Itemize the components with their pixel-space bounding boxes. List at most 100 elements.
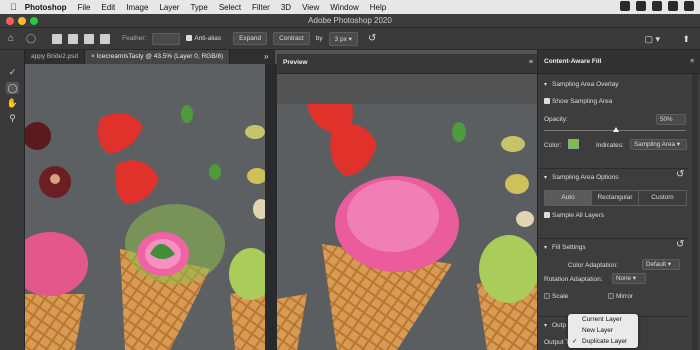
preview-header: Preview ≡ (277, 54, 537, 74)
menu-item-current-layer[interactable]: Current Layer (568, 315, 638, 325)
by-value-select[interactable]: 3 px ▾ (328, 31, 358, 46)
color-adaptation-select[interactable]: Default ▾ (642, 259, 680, 270)
tab-happy-bride[interactable]: appy Bride2.psd (25, 50, 85, 64)
expand-button[interactable]: Expand (233, 32, 268, 45)
overlay-color-swatch[interactable] (568, 139, 579, 149)
rotation-adaptation-value: None (616, 275, 632, 282)
tab-icecream[interactable]: × IcecreamIsTasty @ 43.5% (Layer 0, RGB/… (84, 50, 231, 64)
seg-custom[interactable]: Custom (639, 191, 686, 205)
shield-icon[interactable] (636, 1, 646, 11)
color-adaptation-label: Color Adaptation: (568, 262, 618, 269)
share-icon[interactable]: ⬆ (682, 34, 690, 45)
menu-file[interactable]: File (78, 3, 91, 12)
panel-header: Content-Aware Fill ≡ (538, 50, 700, 74)
menu-app[interactable]: Photoshop (25, 3, 67, 12)
new-selection-icon[interactable] (52, 33, 63, 44)
menu-layer[interactable]: Layer (159, 3, 179, 12)
menu-extra-icon[interactable] (684, 1, 694, 11)
menu-image[interactable]: Image (126, 3, 148, 12)
menu-help[interactable]: Help (370, 3, 386, 12)
section-title: Sampling Area Options (552, 174, 619, 181)
menu-item-new-layer[interactable]: New Layer (568, 326, 638, 336)
seg-auto[interactable]: Auto (545, 191, 592, 205)
section-fill-settings[interactable]: ▾ Fill Settings (538, 238, 688, 256)
indicates-select[interactable]: Sampling Area ▾ (630, 139, 687, 150)
by-label: by (315, 35, 323, 42)
content-aware-fill-panel: Content-Aware Fill ≡ ▾ Sampling Area Ove… (537, 50, 700, 350)
menu-select[interactable]: Select (219, 3, 241, 12)
reset-fill-icon[interactable]: ↺ (676, 239, 684, 250)
pane-divider[interactable] (265, 64, 277, 350)
menu-item-duplicate-layer[interactable]: ✓ Duplicate Layer (568, 337, 638, 347)
intersect-selection-icon[interactable] (100, 33, 111, 44)
menu-3d[interactable]: 3D (281, 3, 291, 12)
creative-cloud-icon[interactable] (620, 1, 630, 11)
menu-item-label: Duplicate Layer (582, 338, 628, 345)
add-selection-icon[interactable] (68, 33, 79, 44)
canvas-image (25, 64, 265, 350)
status-icons (620, 1, 694, 11)
home-icon[interactable]: ⌂ (8, 33, 14, 44)
indicates-label: Indicates: (596, 142, 624, 149)
rotation-adaptation-select[interactable]: None ▾ (612, 273, 646, 284)
opacity-slider-thumb[interactable] (613, 127, 619, 132)
tab-label: appy Bride2.psd (31, 53, 78, 60)
feather-input[interactable] (152, 32, 181, 45)
menu-view[interactable]: View (302, 3, 319, 12)
output-to-label: Output T (544, 339, 570, 346)
mac-menubar:  Photoshop File Edit Image Layer Type S… (0, 0, 700, 14)
color-adaptation-value: Default (646, 261, 666, 268)
opacity-value: 50% (660, 116, 673, 123)
contract-button[interactable]: Contract (273, 32, 310, 45)
tools-panel: ✓ ◯ ✋ ⚲ (0, 50, 25, 350)
mirror-label: Mirror (616, 293, 633, 300)
bluetooth-icon[interactable] (652, 1, 662, 11)
anti-alias-checkbox[interactable]: Anti-alias (186, 35, 221, 42)
show-sampling-label: Show Sampling Area (552, 98, 613, 105)
scale-checkbox[interactable]: Scale (544, 293, 568, 300)
section-sampling-options[interactable]: ▾ Sampling Area Options (538, 168, 688, 186)
lasso-tool-icon[interactable]: ◯ (26, 33, 36, 44)
sample-all-layers-checkbox[interactable]: Sample All Layers (544, 212, 604, 219)
brush-tool-icon[interactable]: ✓ (6, 66, 19, 78)
show-sampling-checkbox[interactable]: Show Sampling Area (544, 98, 612, 105)
options-bar: ⌂ ◯ Feather: Anti-alias Expand Contract … (0, 28, 700, 50)
anti-alias-label: Anti-alias (194, 35, 222, 42)
preview-canvas[interactable] (277, 104, 537, 350)
document-canvas[interactable] (25, 64, 265, 350)
subtract-selection-icon[interactable] (84, 33, 95, 44)
section-sampling-overlay[interactable]: ▾ Sampling Area Overlay (538, 76, 688, 94)
menu-window[interactable]: Window (330, 3, 358, 12)
opacity-label: Opacity: (544, 116, 568, 123)
tab-label: IcecreamIsTasty @ 43.5% (Layer 0, RGB/8) (96, 53, 224, 60)
menu-item-label: New Layer (582, 327, 614, 334)
sampling-mode-segmented: Auto Rectangular Custom (544, 190, 687, 206)
mirror-checkbox[interactable]: Mirror (608, 293, 633, 300)
lasso-tool-icon[interactable]: ◯ (6, 82, 19, 94)
preview-menu-icon[interactable]: ≡ (529, 59, 533, 66)
seg-rectangular[interactable]: Rectangular (592, 191, 639, 205)
panel-collapse-icon[interactable]: » (264, 52, 268, 61)
color-label: Color: (544, 142, 562, 149)
output-to-menu: Current Layer New Layer ✓ Duplicate Layer (568, 314, 638, 348)
reset-sampling-icon[interactable]: ↺ (676, 169, 684, 180)
wifi-icon[interactable] (668, 1, 678, 11)
window-titlebar: Adobe Photoshop 2020 (0, 14, 700, 28)
hand-tool-icon[interactable]: ✋ (6, 97, 19, 109)
close-tab-icon[interactable]: × (91, 53, 95, 60)
menu-filter[interactable]: Filter (252, 3, 270, 12)
menu-edit[interactable]: Edit (101, 3, 115, 12)
panel-scrollbar[interactable] (692, 74, 698, 350)
section-title: Fill Settings (552, 244, 586, 251)
reset-icon[interactable]: ↺ (368, 33, 376, 44)
zoom-tool-icon[interactable]: ⚲ (6, 112, 19, 124)
chevron-down-icon: ▾ (544, 82, 548, 88)
opacity-input[interactable]: 50% (656, 114, 686, 125)
chevron-down-icon: ▾ (544, 323, 548, 329)
workspace-icon[interactable]: ▢ ▾ (644, 34, 660, 45)
apple-icon[interactable]:  (10, 2, 17, 12)
chevron-down-icon: ▾ (544, 175, 548, 181)
section-title: Sampling Area Overlay (552, 81, 619, 88)
panel-menu-icon[interactable]: ≡ (690, 58, 694, 65)
menu-type[interactable]: Type (190, 3, 207, 12)
